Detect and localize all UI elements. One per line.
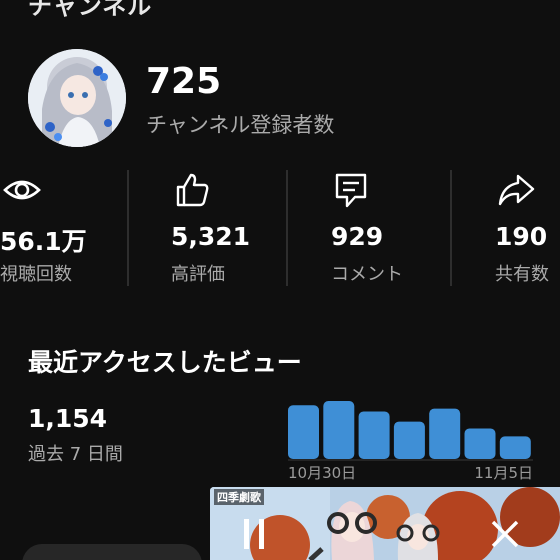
thumbs-up-icon xyxy=(176,173,209,207)
stat-divider xyxy=(286,170,288,286)
stat-comments[interactable]: 929 コメント xyxy=(288,168,450,288)
chart-bar xyxy=(288,405,319,459)
subscriber-label: チャンネル登録者数 xyxy=(146,113,335,137)
stat-value: 5,321 xyxy=(171,222,251,251)
channel-summary: 725 チャンネル登録者数 xyxy=(28,49,428,147)
stat-divider xyxy=(127,170,129,286)
pause-icon[interactable] xyxy=(236,515,272,553)
chart-tick-label: 10月30日 xyxy=(288,464,356,482)
subscriber-count: 725 xyxy=(146,61,222,102)
chart-bar xyxy=(464,428,496,459)
recent-views-chart[interactable]: 10月30日 11月5日 xyxy=(283,395,560,490)
recent-views-title: 最近アクセスしたビュー xyxy=(28,348,302,377)
chart-bar xyxy=(358,411,390,459)
mini-player[interactable]: 四季劇歌 xyxy=(210,487,560,560)
recent-views-count: 1,154 xyxy=(28,404,108,433)
recent-views-period: 過去 7 日間 xyxy=(28,444,123,465)
comment-icon xyxy=(335,173,367,208)
chart-bar xyxy=(323,401,355,459)
stat-value: 929 xyxy=(331,222,384,251)
close-icon[interactable] xyxy=(488,517,522,551)
stat-likes[interactable]: 5,321 高評価 xyxy=(130,168,286,288)
stat-value: 190 xyxy=(495,222,548,251)
chart-svg: 10月30日 11月5日 xyxy=(288,401,533,482)
bottom-action-pill[interactable] xyxy=(22,544,202,560)
chart-bar xyxy=(393,421,425,459)
chart-bar xyxy=(499,436,531,459)
eye-icon xyxy=(3,180,41,200)
page-heading-cut: チャンネル xyxy=(28,0,153,20)
chart-tick-label: 11月5日 xyxy=(474,464,533,482)
channel-avatar[interactable] xyxy=(28,49,126,147)
share-icon xyxy=(498,174,535,206)
stat-label: コメント xyxy=(331,264,403,285)
stat-divider xyxy=(450,170,452,286)
mini-player-tag: 四季劇歌 xyxy=(214,489,264,505)
stat-label: 共有数 xyxy=(495,264,549,285)
stat-label: 視聴回数 xyxy=(0,264,72,285)
stat-shares[interactable]: 190 共有数 xyxy=(452,168,560,288)
stat-views[interactable]: 56.1万 視聴回数 xyxy=(0,168,128,288)
chart-bar xyxy=(429,408,461,459)
stat-label: 高評価 xyxy=(171,264,225,285)
stat-value: 56.1万 xyxy=(0,227,87,256)
stats-row: 56.1万 視聴回数 5,321 高評価 929 コメント 190 共有数 xyxy=(0,168,560,288)
